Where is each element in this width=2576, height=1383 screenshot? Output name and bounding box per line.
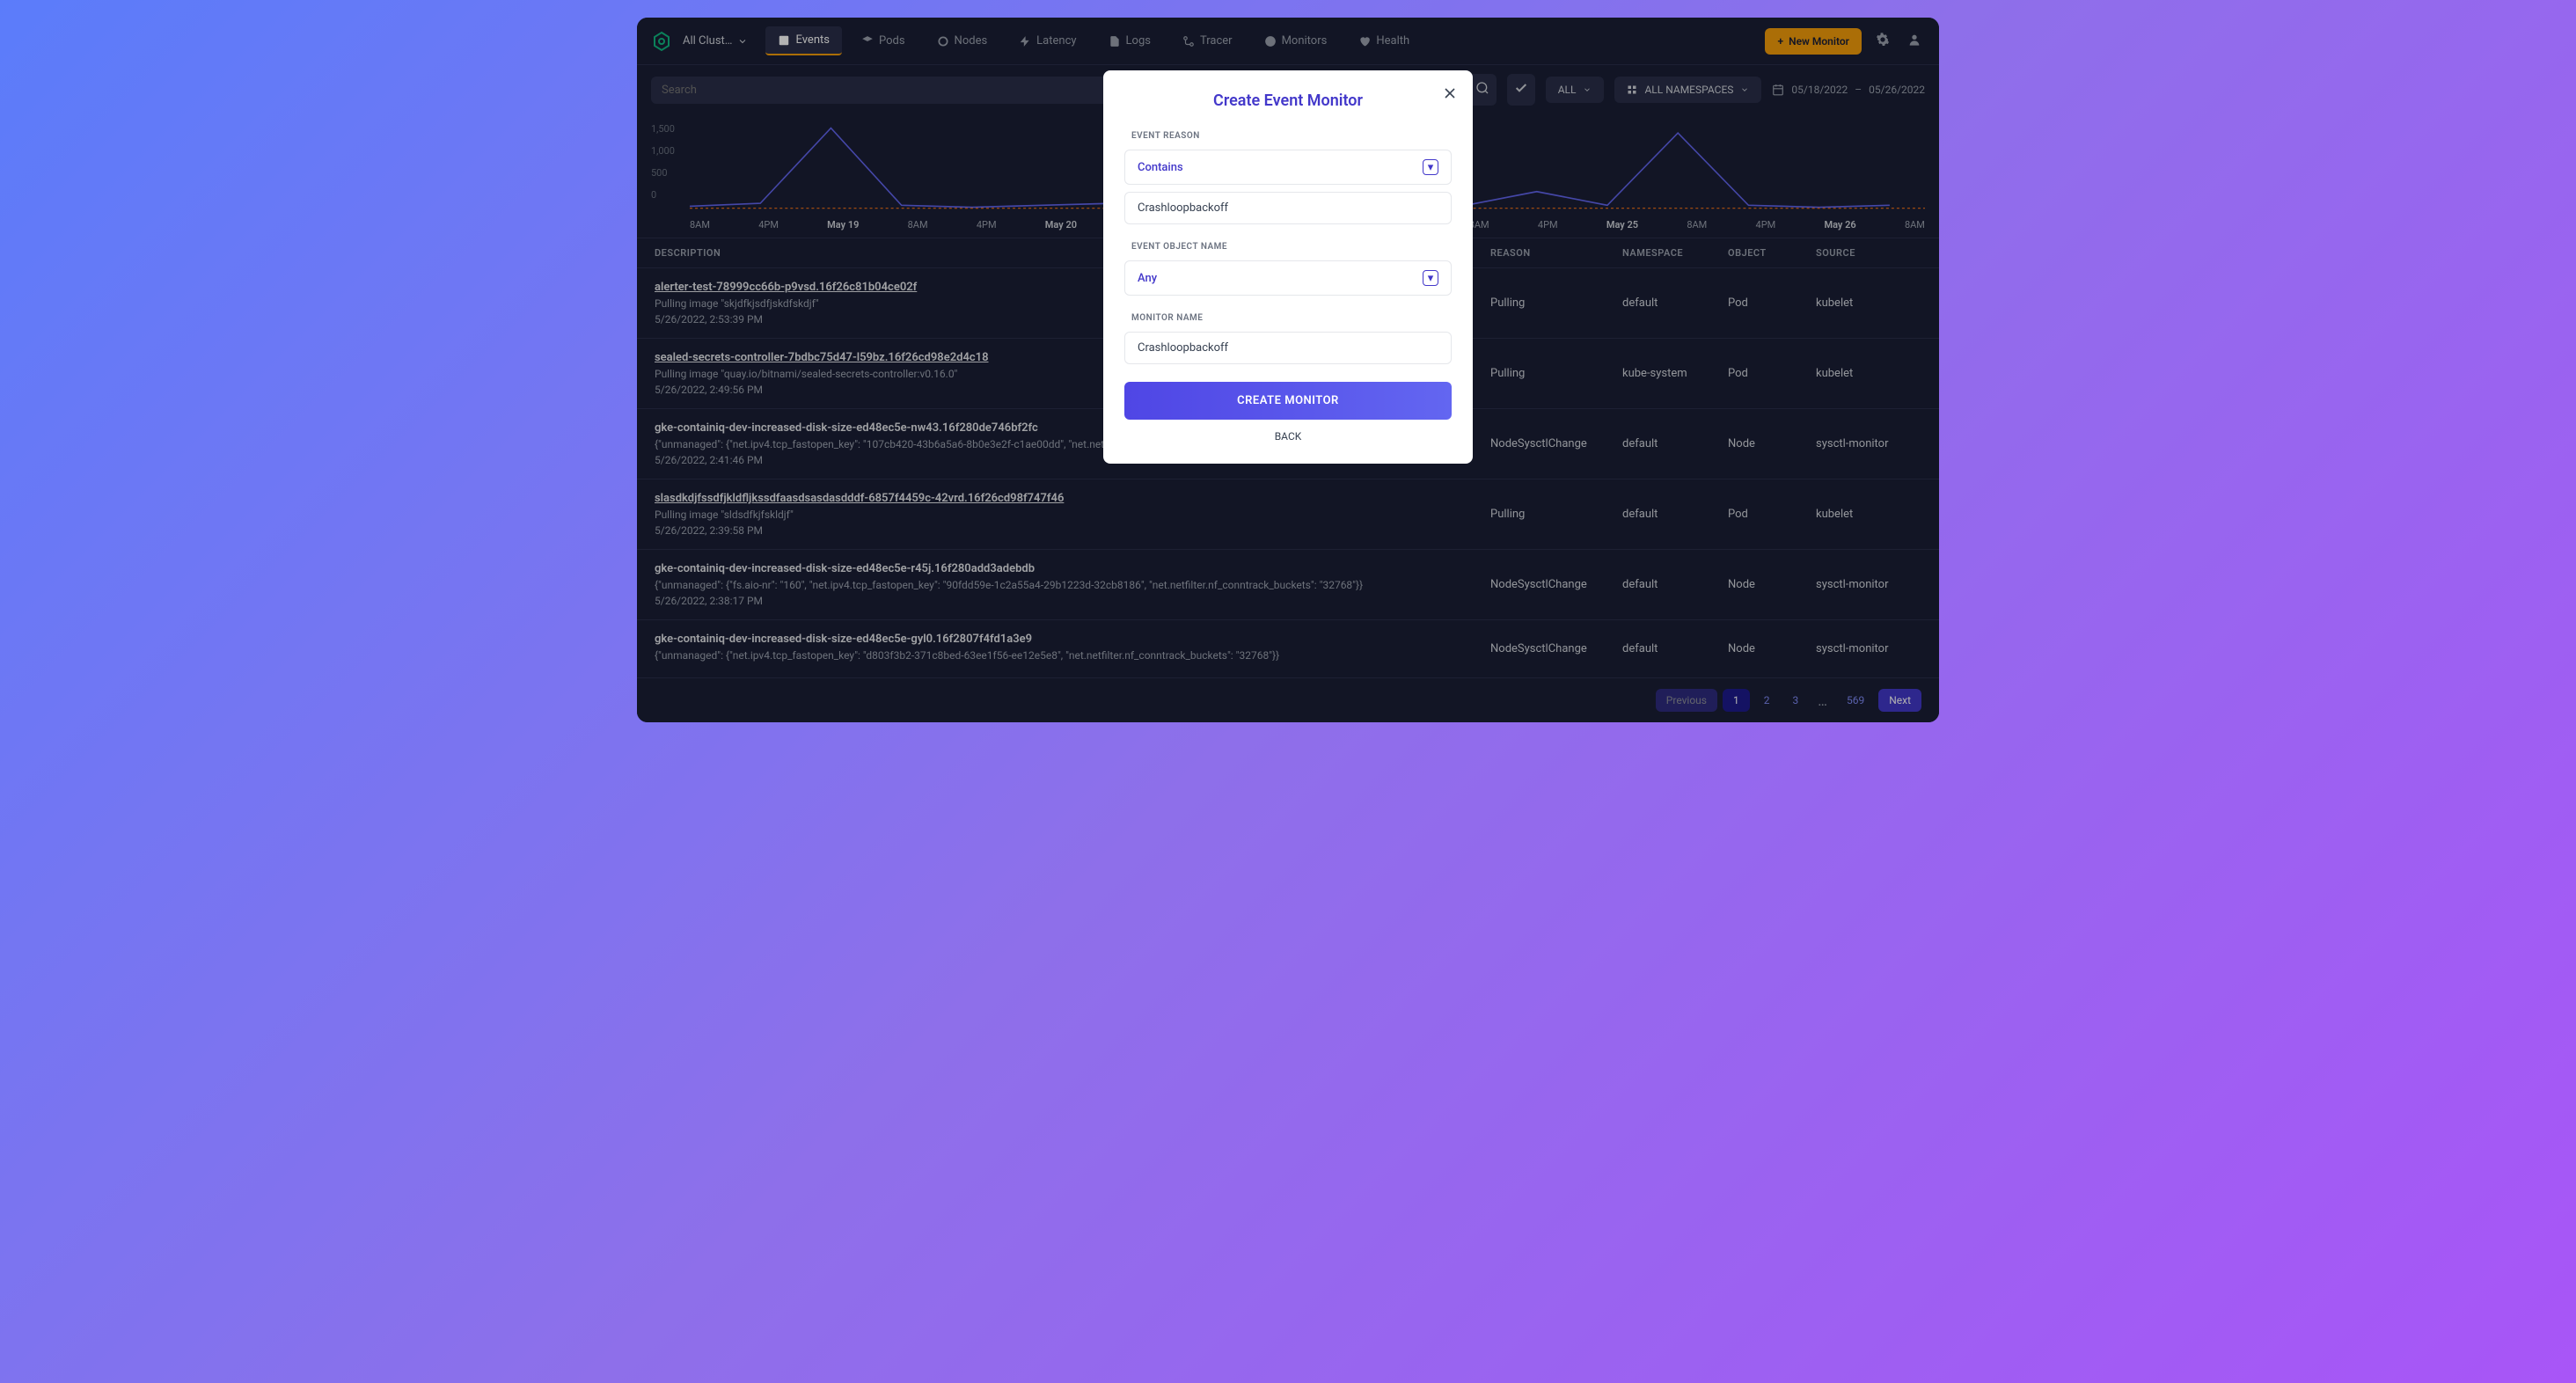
create-monitor-button[interactable]: CREATE MONITOR — [1124, 382, 1452, 420]
monitor-name-input[interactable] — [1124, 332, 1452, 364]
event-reason-operator-select[interactable]: Contains ▾ — [1124, 150, 1452, 185]
monitor-name-section: MONITOR NAME — [1124, 313, 1452, 364]
event-reason-section: EVENT REASON Contains ▾ — [1124, 131, 1452, 224]
event-object-section: EVENT OBJECT NAME Any ▾ — [1124, 242, 1452, 296]
modal-overlay: Create Event Monitor EVENT REASON Contai… — [637, 18, 1939, 722]
event-reason-value-input[interactable] — [1124, 192, 1452, 224]
back-button[interactable]: BACK — [1275, 430, 1302, 443]
create-monitor-modal: Create Event Monitor EVENT REASON Contai… — [1103, 70, 1473, 464]
app-window: All Clust… Events Pods Nodes Latency Log… — [637, 18, 1939, 722]
close-icon — [1441, 84, 1459, 102]
event-object-label: EVENT OBJECT NAME — [1124, 242, 1452, 252]
chevron-down-icon: ▾ — [1423, 159, 1438, 175]
modal-title: Create Event Monitor — [1124, 91, 1452, 110]
chevron-down-icon: ▾ — [1423, 270, 1438, 286]
close-button[interactable] — [1441, 84, 1459, 106]
monitor-name-label: MONITOR NAME — [1124, 313, 1452, 323]
event-object-operator-select[interactable]: Any ▾ — [1124, 260, 1452, 296]
event-reason-label: EVENT REASON — [1124, 131, 1452, 141]
